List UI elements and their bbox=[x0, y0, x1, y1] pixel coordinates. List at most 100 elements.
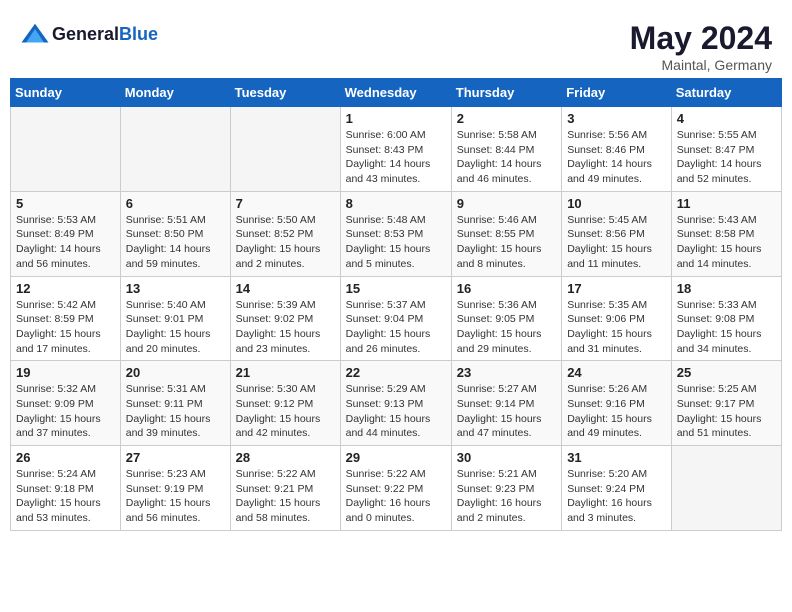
day-number: 8 bbox=[346, 196, 446, 211]
day-info: Sunrise: 5:32 AM Sunset: 9:09 PM Dayligh… bbox=[16, 382, 115, 441]
day-info: Sunrise: 5:50 AM Sunset: 8:52 PM Dayligh… bbox=[236, 213, 335, 272]
day-number: 30 bbox=[457, 450, 556, 465]
day-number: 22 bbox=[346, 365, 446, 380]
calendar-cell: 28 Sunrise: 5:22 AM Sunset: 9:21 PM Dayli… bbox=[230, 446, 340, 531]
calendar-week-row: 1 Sunrise: 6:00 AM Sunset: 8:43 PM Daylig… bbox=[11, 107, 782, 192]
day-info: Sunrise: 5:48 AM Sunset: 8:53 PM Dayligh… bbox=[346, 213, 446, 272]
calendar-cell bbox=[11, 107, 121, 192]
day-number: 29 bbox=[346, 450, 446, 465]
day-number: 28 bbox=[236, 450, 335, 465]
calendar-cell: 2 Sunrise: 5:58 AM Sunset: 8:44 PM Daylig… bbox=[451, 107, 561, 192]
calendar-cell: 7 Sunrise: 5:50 AM Sunset: 8:52 PM Daylig… bbox=[230, 191, 340, 276]
col-header-sunday: Sunday bbox=[11, 79, 121, 107]
day-number: 27 bbox=[126, 450, 225, 465]
day-info: Sunrise: 6:00 AM Sunset: 8:43 PM Dayligh… bbox=[346, 128, 446, 187]
calendar-cell: 13Sunrise: 5:40 AM Sunset: 9:01 PM Dayli… bbox=[120, 276, 230, 361]
day-number: 31 bbox=[567, 450, 666, 465]
day-info: Sunrise: 5:40 AM Sunset: 9:01 PM Dayligh… bbox=[126, 298, 225, 357]
calendar-cell: 19 Sunrise: 5:32 AM Sunset: 9:09 PM Dayli… bbox=[11, 361, 121, 446]
col-header-saturday: Saturday bbox=[671, 79, 781, 107]
calendar-header-row: SundayMondayTuesdayWednesdayThursdayFrid… bbox=[11, 79, 782, 107]
calendar-week-row: 5 Sunrise: 5:53 AM Sunset: 8:49 PM Daylig… bbox=[11, 191, 782, 276]
calendar-cell: 14 Sunrise: 5:39 AM Sunset: 9:02 PM Dayli… bbox=[230, 276, 340, 361]
calendar-cell: 31 Sunrise: 5:20 AM Sunset: 9:24 PM Dayli… bbox=[562, 446, 672, 531]
logo-blue: Blue bbox=[119, 24, 158, 44]
calendar-cell: 18 Sunrise: 5:33 AM Sunset: 9:08 PM Dayli… bbox=[671, 276, 781, 361]
page-header: GeneralBlue May 2024 Maintal, Germany bbox=[10, 10, 782, 78]
day-info: Sunrise: 5:21 AM Sunset: 9:23 PM Dayligh… bbox=[457, 467, 556, 526]
calendar-cell: 24Sunrise: 5:26 AM Sunset: 9:16 PM Dayli… bbox=[562, 361, 672, 446]
calendar-cell: 9Sunrise: 5:46 AM Sunset: 8:55 PM Daylig… bbox=[451, 191, 561, 276]
col-header-friday: Friday bbox=[562, 79, 672, 107]
calendar-cell: 16 Sunrise: 5:36 AM Sunset: 9:05 PM Dayli… bbox=[451, 276, 561, 361]
calendar-cell: 25Sunrise: 5:25 AM Sunset: 9:17 PM Dayli… bbox=[671, 361, 781, 446]
day-number: 14 bbox=[236, 281, 335, 296]
day-info: Sunrise: 5:55 AM Sunset: 8:47 PM Dayligh… bbox=[677, 128, 776, 187]
calendar-cell bbox=[120, 107, 230, 192]
calendar-cell: 12Sunrise: 5:42 AM Sunset: 8:59 PM Dayli… bbox=[11, 276, 121, 361]
calendar-cell: 4Sunrise: 5:55 AM Sunset: 8:47 PM Daylig… bbox=[671, 107, 781, 192]
day-number: 19 bbox=[16, 365, 115, 380]
logo: GeneralBlue bbox=[20, 20, 158, 50]
day-number: 11 bbox=[677, 196, 776, 211]
calendar-cell: 1 Sunrise: 6:00 AM Sunset: 8:43 PM Daylig… bbox=[340, 107, 451, 192]
day-number: 2 bbox=[457, 111, 556, 126]
calendar-cell: 27 Sunrise: 5:23 AM Sunset: 9:19 PM Dayli… bbox=[120, 446, 230, 531]
day-info: Sunrise: 5:33 AM Sunset: 9:08 PM Dayligh… bbox=[677, 298, 776, 357]
day-info: Sunrise: 5:31 AM Sunset: 9:11 PM Dayligh… bbox=[126, 382, 225, 441]
day-info: Sunrise: 5:58 AM Sunset: 8:44 PM Dayligh… bbox=[457, 128, 556, 187]
day-info: Sunrise: 5:20 AM Sunset: 9:24 PM Dayligh… bbox=[567, 467, 666, 526]
day-info: Sunrise: 5:35 AM Sunset: 9:06 PM Dayligh… bbox=[567, 298, 666, 357]
calendar-cell: 15 Sunrise: 5:37 AM Sunset: 9:04 PM Dayli… bbox=[340, 276, 451, 361]
logo-general: General bbox=[52, 24, 119, 44]
day-info: Sunrise: 5:22 AM Sunset: 9:21 PM Dayligh… bbox=[236, 467, 335, 526]
title-block: May 2024 Maintal, Germany bbox=[630, 20, 772, 73]
day-number: 23 bbox=[457, 365, 556, 380]
calendar-cell: 6 Sunrise: 5:51 AM Sunset: 8:50 PM Daylig… bbox=[120, 191, 230, 276]
calendar-cell: 8 Sunrise: 5:48 AM Sunset: 8:53 PM Daylig… bbox=[340, 191, 451, 276]
day-info: Sunrise: 5:46 AM Sunset: 8:55 PM Dayligh… bbox=[457, 213, 556, 272]
col-header-wednesday: Wednesday bbox=[340, 79, 451, 107]
logo-icon bbox=[20, 20, 50, 50]
calendar-cell: 20 Sunrise: 5:31 AM Sunset: 9:11 PM Dayli… bbox=[120, 361, 230, 446]
calendar-cell: 5 Sunrise: 5:53 AM Sunset: 8:49 PM Daylig… bbox=[11, 191, 121, 276]
day-info: Sunrise: 5:24 AM Sunset: 9:18 PM Dayligh… bbox=[16, 467, 115, 526]
day-number: 10 bbox=[567, 196, 666, 211]
col-header-monday: Monday bbox=[120, 79, 230, 107]
day-number: 5 bbox=[16, 196, 115, 211]
calendar-cell: 3Sunrise: 5:56 AM Sunset: 8:46 PM Daylig… bbox=[562, 107, 672, 192]
day-info: Sunrise: 5:30 AM Sunset: 9:12 PM Dayligh… bbox=[236, 382, 335, 441]
day-info: Sunrise: 5:37 AM Sunset: 9:04 PM Dayligh… bbox=[346, 298, 446, 357]
day-number: 18 bbox=[677, 281, 776, 296]
calendar-cell: 17Sunrise: 5:35 AM Sunset: 9:06 PM Dayli… bbox=[562, 276, 672, 361]
calendar-cell: 29 Sunrise: 5:22 AM Sunset: 9:22 PM Dayli… bbox=[340, 446, 451, 531]
day-number: 7 bbox=[236, 196, 335, 211]
day-info: Sunrise: 5:51 AM Sunset: 8:50 PM Dayligh… bbox=[126, 213, 225, 272]
calendar-cell: 26 Sunrise: 5:24 AM Sunset: 9:18 PM Dayli… bbox=[11, 446, 121, 531]
calendar-cell: 22 Sunrise: 5:29 AM Sunset: 9:13 PM Dayli… bbox=[340, 361, 451, 446]
day-number: 26 bbox=[16, 450, 115, 465]
day-info: Sunrise: 5:23 AM Sunset: 9:19 PM Dayligh… bbox=[126, 467, 225, 526]
day-info: Sunrise: 5:27 AM Sunset: 9:14 PM Dayligh… bbox=[457, 382, 556, 441]
day-info: Sunrise: 5:22 AM Sunset: 9:22 PM Dayligh… bbox=[346, 467, 446, 526]
calendar-cell: 23 Sunrise: 5:27 AM Sunset: 9:14 PM Dayli… bbox=[451, 361, 561, 446]
calendar-week-row: 19 Sunrise: 5:32 AM Sunset: 9:09 PM Dayli… bbox=[11, 361, 782, 446]
day-number: 3 bbox=[567, 111, 666, 126]
day-number: 6 bbox=[126, 196, 225, 211]
day-info: Sunrise: 5:29 AM Sunset: 9:13 PM Dayligh… bbox=[346, 382, 446, 441]
calendar-cell bbox=[671, 446, 781, 531]
calendar-cell: 11Sunrise: 5:43 AM Sunset: 8:58 PM Dayli… bbox=[671, 191, 781, 276]
day-number: 16 bbox=[457, 281, 556, 296]
day-info: Sunrise: 5:53 AM Sunset: 8:49 PM Dayligh… bbox=[16, 213, 115, 272]
day-info: Sunrise: 5:36 AM Sunset: 9:05 PM Dayligh… bbox=[457, 298, 556, 357]
calendar-cell bbox=[230, 107, 340, 192]
month-year-title: May 2024 bbox=[630, 20, 772, 57]
day-number: 20 bbox=[126, 365, 225, 380]
col-header-thursday: Thursday bbox=[451, 79, 561, 107]
day-info: Sunrise: 5:39 AM Sunset: 9:02 PM Dayligh… bbox=[236, 298, 335, 357]
calendar-week-row: 26 Sunrise: 5:24 AM Sunset: 9:18 PM Dayli… bbox=[11, 446, 782, 531]
day-number: 1 bbox=[346, 111, 446, 126]
day-number: 15 bbox=[346, 281, 446, 296]
calendar-cell: 30 Sunrise: 5:21 AM Sunset: 9:23 PM Dayli… bbox=[451, 446, 561, 531]
day-number: 21 bbox=[236, 365, 335, 380]
